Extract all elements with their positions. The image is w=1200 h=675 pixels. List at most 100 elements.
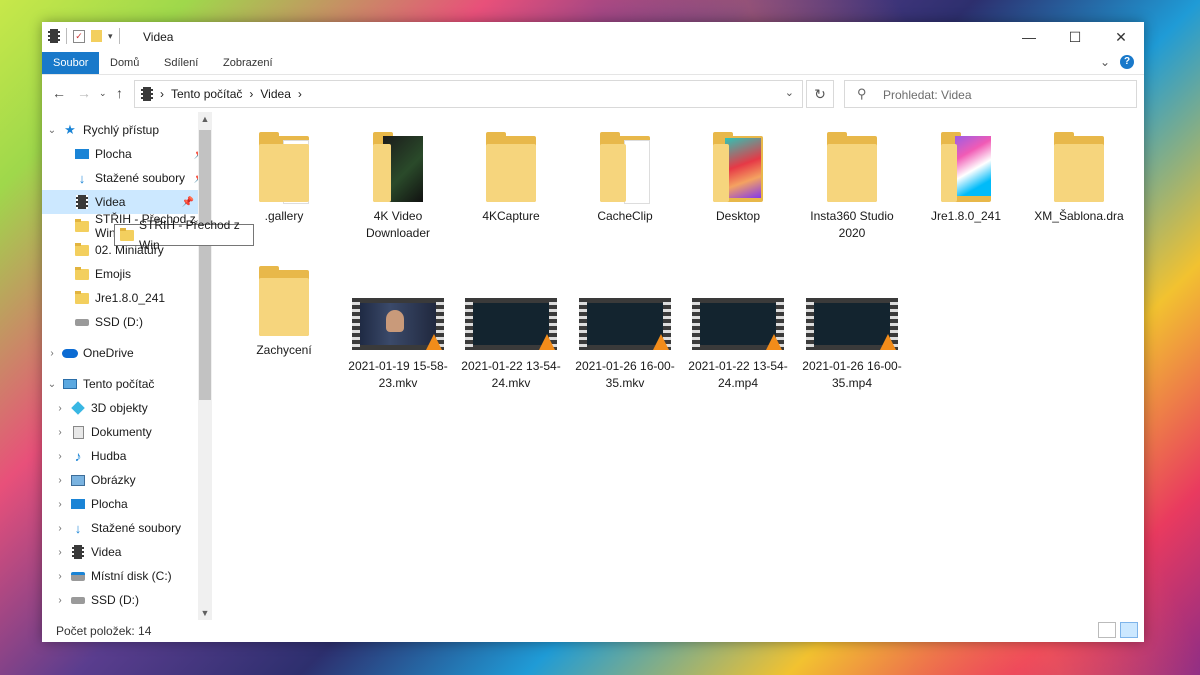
folder-icon: [75, 218, 89, 232]
breadcrumb-separator[interactable]: ›: [160, 87, 164, 101]
star-icon: ★: [64, 122, 76, 137]
customize-toolbar-icon[interactable]: ▾: [108, 31, 113, 42]
expand-chevron-icon[interactable]: ›: [50, 595, 70, 606]
file-item-insta360[interactable]: Insta360 Studio 2020: [796, 130, 908, 242]
sidebar-item-jre[interactable]: Jre1.8.0_241: [42, 286, 210, 310]
folder-icon: [120, 227, 134, 241]
file-name: 4K Video Downloader: [365, 209, 431, 240]
sidebar-item-label: Jre1.8.0_241: [95, 291, 166, 305]
address-bar[interactable]: › Tento počítač › Videa › ⌄: [134, 80, 803, 108]
file-item-jre[interactable]: Jre1.8.0_241: [910, 130, 1022, 225]
expand-chevron-icon[interactable]: ›: [50, 499, 70, 510]
properties-icon[interactable]: ✓: [73, 29, 85, 43]
sidebar-item-3d-objects[interactable]: › 3D objekty: [42, 396, 206, 420]
folder-icon: [1050, 130, 1108, 208]
recent-locations-icon[interactable]: ⌄: [99, 88, 107, 99]
tab-file[interactable]: Soubor: [42, 52, 100, 74]
back-arrow-icon[interactable]: ←: [52, 85, 66, 101]
sidebar-item-pc-videos[interactable]: › Videa: [42, 540, 206, 564]
sidebar-item-label: SSD (D:): [95, 315, 143, 329]
close-button[interactable]: ✕: [1098, 22, 1144, 52]
up-arrow-icon[interactable]: ↑: [116, 85, 123, 101]
expand-chevron-icon[interactable]: ›: [50, 403, 70, 414]
tooltip: STŘIH - Přechod z Win: [114, 218, 254, 252]
large-icons-view-icon[interactable]: [1120, 622, 1138, 638]
refresh-button[interactable]: ↻: [806, 80, 834, 108]
help-icon[interactable]: ?: [1120, 55, 1134, 69]
breadcrumb-separator[interactable]: ›: [249, 87, 253, 101]
file-item-gallery[interactable]: .gallery: [228, 130, 340, 225]
file-item-desktop[interactable]: Desktop: [682, 130, 794, 225]
sidebar-item-local-disk-c[interactable]: › Místní disk (C:): [42, 564, 206, 588]
title-bar: ✓ ▾ Videa — ☐ ✕: [42, 22, 1144, 52]
search-icon: ⚲: [857, 86, 867, 101]
sidebar-item-label: Plocha: [95, 147, 132, 161]
folder-icon: [75, 290, 89, 304]
tab-home[interactable]: Domů: [100, 52, 149, 74]
details-view-icon[interactable]: [1098, 622, 1116, 638]
sidebar-item-this-pc[interactable]: ⌄ Tento počítač: [42, 372, 198, 396]
folder-icon: [823, 130, 881, 208]
address-dropdown-icon[interactable]: ⌄: [785, 86, 794, 99]
collapse-chevron-icon[interactable]: ⌄: [42, 125, 62, 136]
expand-chevron-icon[interactable]: ›: [50, 451, 70, 462]
sidebar-item-music[interactable]: › ♪ Hudba: [42, 444, 206, 468]
expand-chevron-icon[interactable]: ›: [42, 348, 62, 359]
maximize-button[interactable]: ☐: [1052, 22, 1098, 52]
collapse-chevron-icon[interactable]: ⌄: [42, 379, 62, 390]
vlc-cone-icon: [766, 334, 782, 350]
sidebar-item-pc-downloads[interactable]: › ↓ Stažené soubory: [42, 516, 206, 540]
file-item-xm-sablona[interactable]: XM_Šablona.dra: [1023, 130, 1135, 225]
file-item-zachyceni[interactable]: Zachycení: [228, 264, 340, 359]
search-input[interactable]: ⚲ Prohledat: Videa: [844, 80, 1137, 108]
sidebar-item-quick-access[interactable]: ⌄ ★ Rychlý přístup: [42, 118, 198, 142]
quick-access-toolbar: ✓ ▾: [48, 28, 120, 44]
document-icon: [72, 425, 84, 439]
file-name: Desktop: [715, 209, 761, 223]
sidebar-item-pc-desktop[interactable]: › Plocha: [42, 492, 206, 516]
sidebar-item-emojis[interactable]: Emojis: [42, 262, 210, 286]
forward-arrow-icon[interactable]: →: [77, 85, 91, 101]
window-title: Videa: [143, 30, 174, 44]
file-item-video-2[interactable]: 2021-01-22 13-54-24.mkv: [455, 298, 567, 392]
scrollbar-thumb[interactable]: [199, 130, 211, 400]
drive-icon: [75, 318, 89, 326]
sidebar-item-pictures[interactable]: › Obrázky: [42, 468, 206, 492]
breadcrumb-this-pc[interactable]: Tento počítač: [171, 87, 242, 101]
new-folder-icon[interactable]: [91, 30, 102, 42]
sidebar-item-pc-ssd[interactable]: › SSD (D:): [42, 588, 206, 612]
folder-icon: [75, 266, 89, 280]
sidebar-item-ssd[interactable]: SSD (D:): [42, 310, 210, 334]
tab-view[interactable]: Zobrazení: [213, 52, 283, 74]
minimize-button[interactable]: —: [1006, 22, 1052, 52]
sidebar-item-onedrive[interactable]: › OneDrive: [42, 341, 198, 365]
folder-icon: [596, 130, 654, 208]
expand-chevron-icon[interactable]: ›: [50, 427, 70, 438]
sidebar-item-desktop[interactable]: Plocha 📌: [42, 142, 210, 166]
video-thumbnail: [465, 298, 557, 350]
scroll-up-icon[interactable]: ▲: [198, 114, 212, 124]
sidebar-item-documents[interactable]: › Dokumenty: [42, 420, 206, 444]
expand-ribbon-icon[interactable]: ⌄: [1100, 55, 1110, 69]
expand-chevron-icon[interactable]: ›: [50, 547, 70, 558]
tooltip-text: STŘIH - Přechod z Win: [139, 218, 240, 252]
file-item-video-4[interactable]: 2021-01-22 13-54-24.mp4: [682, 298, 794, 392]
sidebar-item-videos[interactable]: Videa 📌: [42, 190, 198, 214]
breadcrumb-videos[interactable]: Videa: [260, 87, 290, 101]
expand-chevron-icon[interactable]: ›: [50, 523, 70, 534]
sidebar-scrollbar[interactable]: ▲ ▼: [198, 112, 212, 620]
file-item-4k-video-downloader[interactable]: 4K Video Downloader: [342, 130, 454, 242]
file-item-video-1[interactable]: 2021-01-19 15-58-23.mkv: [342, 298, 454, 392]
tab-share[interactable]: Sdílení: [154, 52, 208, 74]
file-item-4kcapture[interactable]: 4KCapture: [455, 130, 567, 225]
search-placeholder: Prohledat: Videa: [883, 88, 972, 102]
file-item-video-3[interactable]: 2021-01-26 16-00-35.mkv: [569, 298, 681, 392]
file-item-video-5[interactable]: 2021-01-26 16-00-35.mp4: [796, 298, 908, 392]
sidebar-item-downloads[interactable]: ↓ Stažené soubory 📌: [42, 166, 210, 190]
expand-chevron-icon[interactable]: ›: [50, 475, 70, 486]
scroll-down-icon[interactable]: ▼: [198, 608, 212, 618]
file-item-cacheclip[interactable]: CacheClip: [569, 130, 681, 225]
expand-chevron-icon[interactable]: ›: [50, 571, 70, 582]
breadcrumb-separator[interactable]: ›: [298, 87, 302, 101]
music-note-icon: ♪: [74, 448, 82, 464]
